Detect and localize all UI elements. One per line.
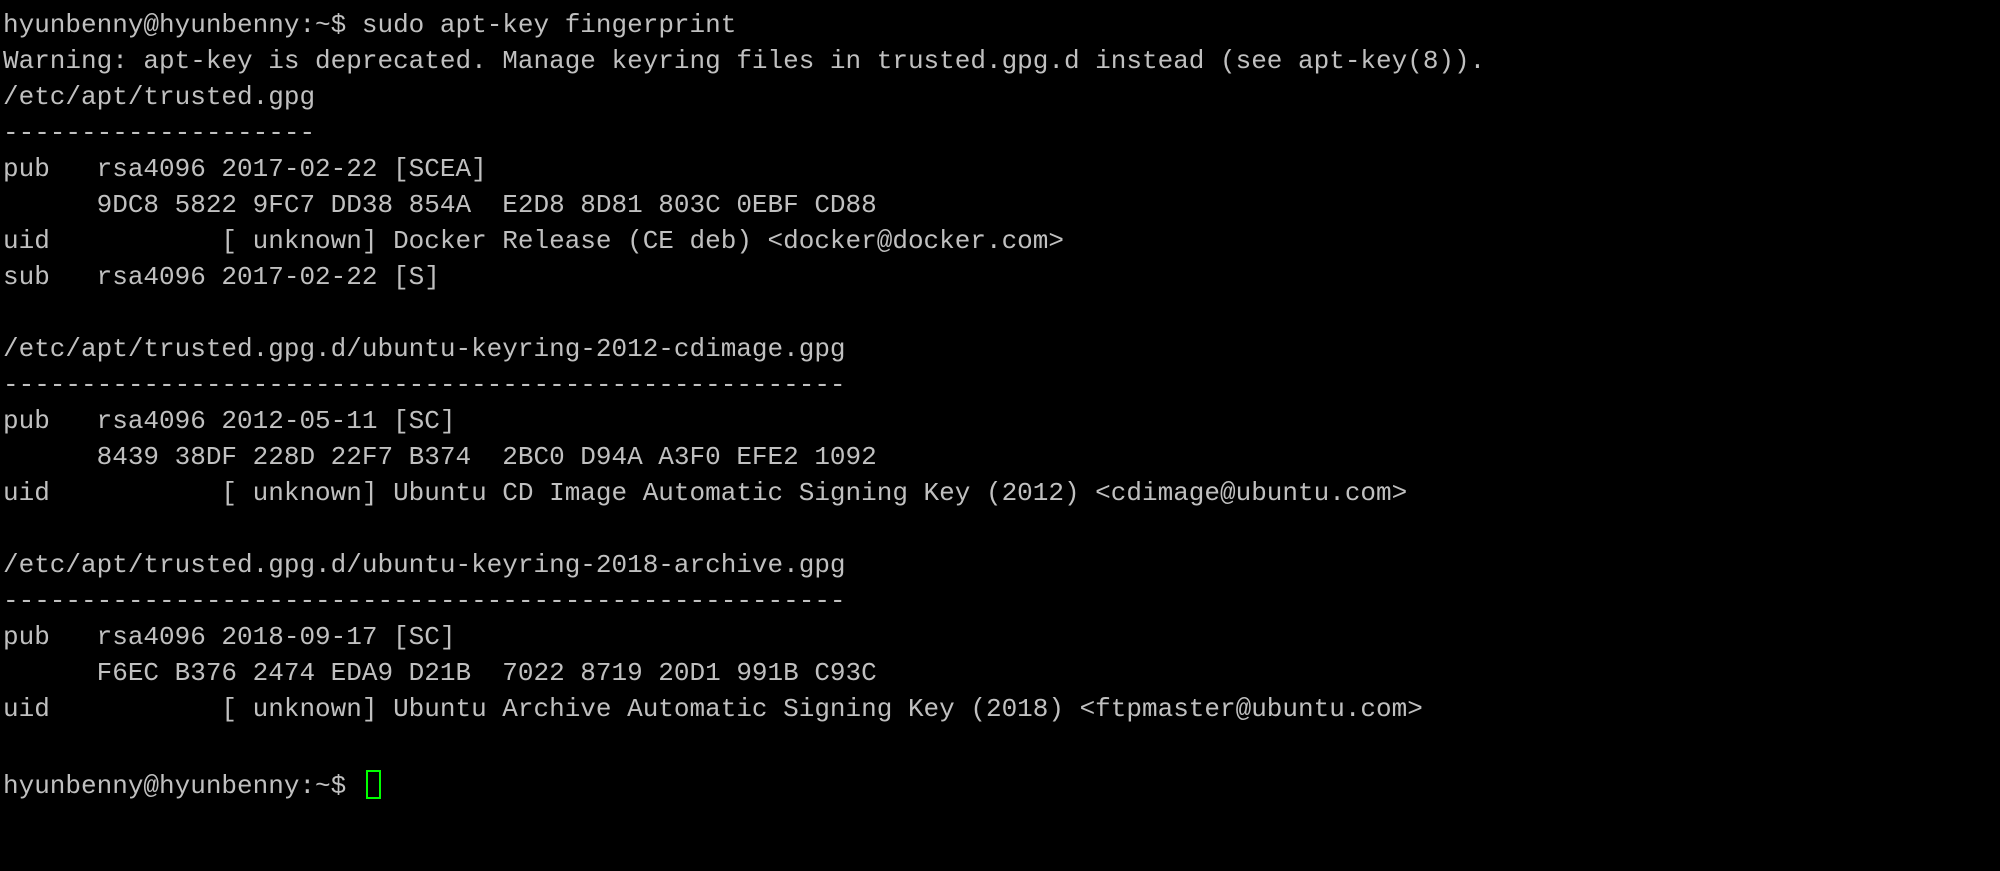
command-line: hyunbenny@hyunbenny:~$ sudo apt-key fing… <box>3 7 736 43</box>
key-fingerprint: 9DC8 5822 9FC7 DD38 854A E2D8 8D81 803C … <box>3 190 877 220</box>
text-cursor <box>365 770 381 799</box>
terminal-window[interactable]: hyunbenny@hyunbenny:~$ sudo apt-key fing… <box>0 0 2000 871</box>
shell-prompt: hyunbenny@hyunbenny:~$ <box>3 771 347 801</box>
warning-message: Warning: apt-key is deprecated. Manage k… <box>3 46 1486 76</box>
sub-key-line: sub rsa4096 2017-02-22 [S] <box>3 262 440 292</box>
uid-line: uid [ unknown] Ubuntu CD Image Automatic… <box>3 478 1408 508</box>
keyring-separator: ----------------------------------------… <box>3 586 846 616</box>
pub-key-line: pub rsa4096 2012-05-11 [SC] <box>3 406 456 436</box>
keyring-path: /etc/apt/trusted.gpg.d/ubuntu-keyring-20… <box>3 550 846 580</box>
keyring-separator: -------------------- <box>3 118 316 148</box>
pub-key-line: pub rsa4096 2017-02-22 [SCEA] <box>3 154 487 184</box>
key-fingerprint: 8439 38DF 228D 22F7 B374 2BC0 D94A A3F0 … <box>3 442 877 472</box>
uid-line: uid [ unknown] Ubuntu Archive Automatic … <box>3 694 1423 724</box>
shell-prompt: hyunbenny@hyunbenny:~$ <box>3 10 347 40</box>
pub-key-line: pub rsa4096 2018-09-17 [SC] <box>3 622 456 652</box>
command-text: sudo apt-key fingerprint <box>361 10 737 40</box>
uid-line: uid [ unknown] Docker Release (CE deb) <… <box>3 226 1064 256</box>
keyring-separator: ----------------------------------------… <box>3 370 846 400</box>
key-fingerprint: F6EC B376 2474 EDA9 D21B 7022 8719 20D1 … <box>3 658 877 688</box>
keyring-path: /etc/apt/trusted.gpg <box>3 82 316 112</box>
keyring-path: /etc/apt/trusted.gpg.d/ubuntu-keyring-20… <box>3 334 846 364</box>
input-line[interactable]: hyunbenny@hyunbenny:~$ <box>3 768 381 804</box>
